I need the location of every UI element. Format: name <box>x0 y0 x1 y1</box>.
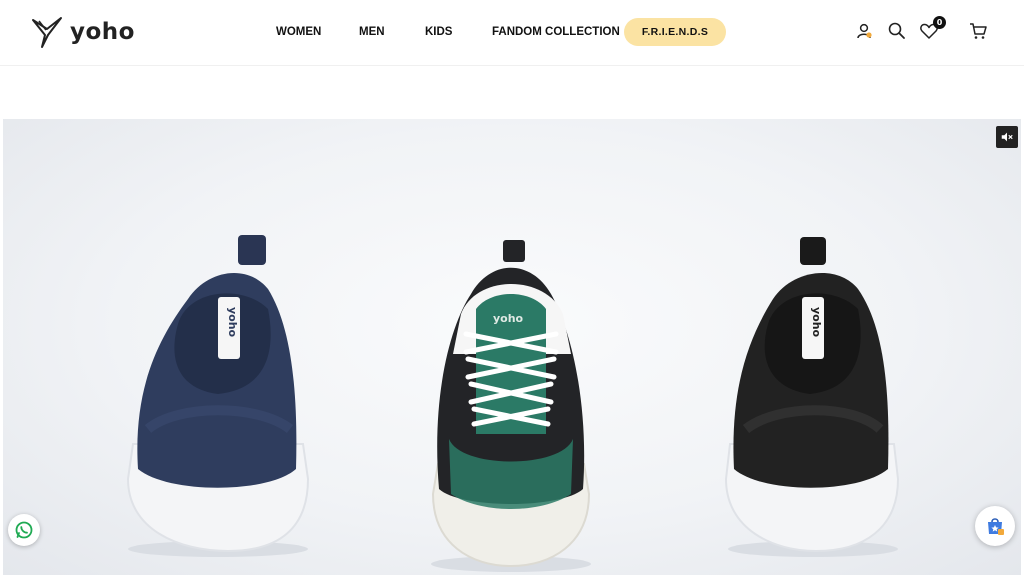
whatsapp-icon[interactable] <box>8 514 40 546</box>
wishlist-count-badge: 0 <box>933 16 946 29</box>
shoe-tag-text: yoho <box>226 307 239 338</box>
volume-mute-icon[interactable] <box>996 126 1018 148</box>
nav-friends[interactable]: F.R.I.E.N.D.S <box>624 18 726 46</box>
hero-video-banner[interactable]: yoho yoho yoho <box>3 119 1021 575</box>
shopping-bag-icon[interactable] <box>975 506 1015 546</box>
brand-logo[interactable]: yoho <box>30 14 135 50</box>
nav-women[interactable]: WOMEN <box>276 18 321 46</box>
shoe-tag-text: yoho <box>810 307 823 338</box>
yoho-bird-logo-icon <box>32 17 62 48</box>
black-slip-on-sneaker: yoho <box>724 237 900 557</box>
cart-icon[interactable] <box>967 20 989 42</box>
navy-slip-on-sneaker: yoho <box>126 235 310 557</box>
brand-name: yoho <box>70 19 135 45</box>
nav-fandom-collection[interactable]: FANDOM COLLECTION <box>492 18 620 46</box>
nav-kids[interactable]: KIDS <box>425 18 452 46</box>
heart-icon[interactable]: 0 <box>918 16 946 42</box>
shoe-tag-text: yoho <box>493 312 524 325</box>
site-header: yoho WOMEN MEN KIDS FANDOM COLLECTION F.… <box>0 0 1024 66</box>
nav-men[interactable]: MEN <box>359 18 385 46</box>
search-icon[interactable] <box>886 20 908 42</box>
header-actions: 0 <box>854 16 994 44</box>
user-icon[interactable] <box>854 20 876 42</box>
black-green-lace-up-sneaker: yoho <box>431 240 591 572</box>
